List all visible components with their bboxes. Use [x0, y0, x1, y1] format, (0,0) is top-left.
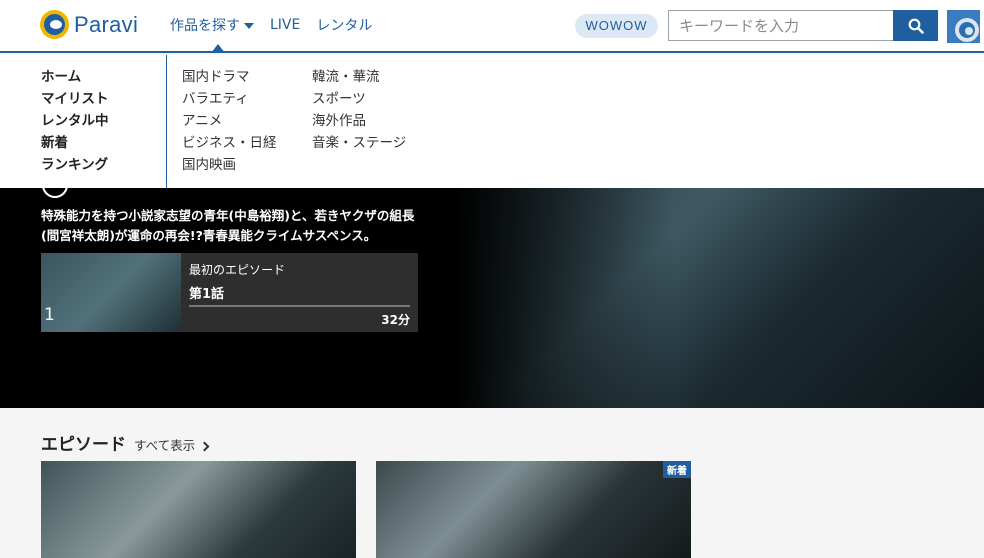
nav-browse-works[interactable]: 作品を探す — [170, 15, 254, 35]
genre-domestic-drama[interactable]: 国内ドラマ — [182, 66, 277, 88]
menu-ranking[interactable]: ランキング — [41, 154, 109, 176]
paravi-logo[interactable]: Paravi — [40, 10, 138, 39]
menu-renting[interactable]: レンタル中 — [41, 110, 109, 132]
circle-icon — [42, 188, 68, 198]
episode-title: 第1話 — [189, 287, 225, 302]
episodes-section-header: エピソード すべて表示 — [41, 430, 210, 455]
episode-duration: 32分 — [381, 313, 410, 327]
user-avatar-icon — [947, 10, 980, 43]
hero-banner: 特殊能力を持つ小説家志望の青年(中島裕翔)と、若きヤクザの組長(間宮祥太朗)が運… — [0, 188, 984, 408]
first-episode-card[interactable]: 1 最初のエピソード 第1話 32分 — [41, 253, 418, 332]
main-nav: 作品を探す LIVE レンタル — [170, 15, 388, 35]
episode-number: 1 — [44, 305, 55, 325]
hero-fade — [455, 188, 675, 408]
genre-korean-chinese[interactable]: 韓流・華流 — [312, 66, 406, 88]
genre-domestic-movie[interactable]: 国内映画 — [182, 154, 277, 176]
search-input[interactable] — [668, 10, 893, 41]
menu-new[interactable]: 新着 — [41, 132, 109, 154]
nav-rental[interactable]: レンタル — [316, 15, 372, 35]
show-all-link[interactable]: すべて表示 — [134, 435, 210, 454]
search-bar — [668, 10, 938, 41]
genre-variety[interactable]: バラエティ — [182, 88, 277, 110]
episode-thumbnail: 1 — [41, 253, 181, 332]
primary-menu: ホーム マイリスト レンタル中 新着 ランキング — [41, 66, 109, 176]
browse-dropdown-menu: ホーム マイリスト レンタル中 新着 ランキング 国内ドラマ バラエティ アニメ… — [0, 55, 984, 188]
nav-live[interactable]: LIVE — [270, 17, 300, 33]
episode-label: 最初のエピソード — [189, 263, 286, 277]
chevron-down-icon — [244, 23, 254, 29]
section-title: エピソード — [41, 435, 126, 455]
menu-mylist[interactable]: マイリスト — [41, 88, 109, 110]
menu-home[interactable]: ホーム — [41, 66, 109, 88]
genre-menu-col2: 韓流・華流 スポーツ 海外作品 音楽・ステージ — [312, 66, 406, 154]
genre-sports[interactable]: スポーツ — [312, 88, 406, 110]
episode-thumbnail-1[interactable] — [41, 461, 356, 558]
series-description: 特殊能力を持つ小説家志望の青年(中島裕翔)と、若きヤクザの組長(間宮祥太朗)が運… — [41, 208, 415, 243]
avatar[interactable] — [947, 10, 980, 43]
menu-pointer — [211, 44, 225, 53]
chevron-right-icon — [199, 441, 210, 452]
genre-music-stage[interactable]: 音楽・ステージ — [312, 132, 406, 154]
genre-overseas[interactable]: 海外作品 — [312, 110, 406, 132]
menu-divider — [166, 55, 167, 188]
wowow-button[interactable]: WOWOW — [575, 14, 658, 38]
genre-menu-col1: 国内ドラマ バラエティ アニメ ビジネス・日経 国内映画 — [182, 66, 277, 176]
search-button[interactable] — [893, 10, 938, 41]
site-header: Paravi 作品を探す LIVE レンタル WOWOW — [0, 0, 984, 53]
genre-business[interactable]: ビジネス・日経 — [182, 132, 277, 154]
episode-thumbnail-2[interactable]: 新着 — [376, 461, 691, 558]
genre-anime[interactable]: アニメ — [182, 110, 277, 132]
logo-text: Paravi — [74, 11, 139, 37]
paravi-logo-mark — [40, 10, 69, 39]
progress-bar — [189, 305, 410, 307]
new-badge: 新着 — [663, 461, 691, 478]
search-icon — [908, 18, 924, 34]
